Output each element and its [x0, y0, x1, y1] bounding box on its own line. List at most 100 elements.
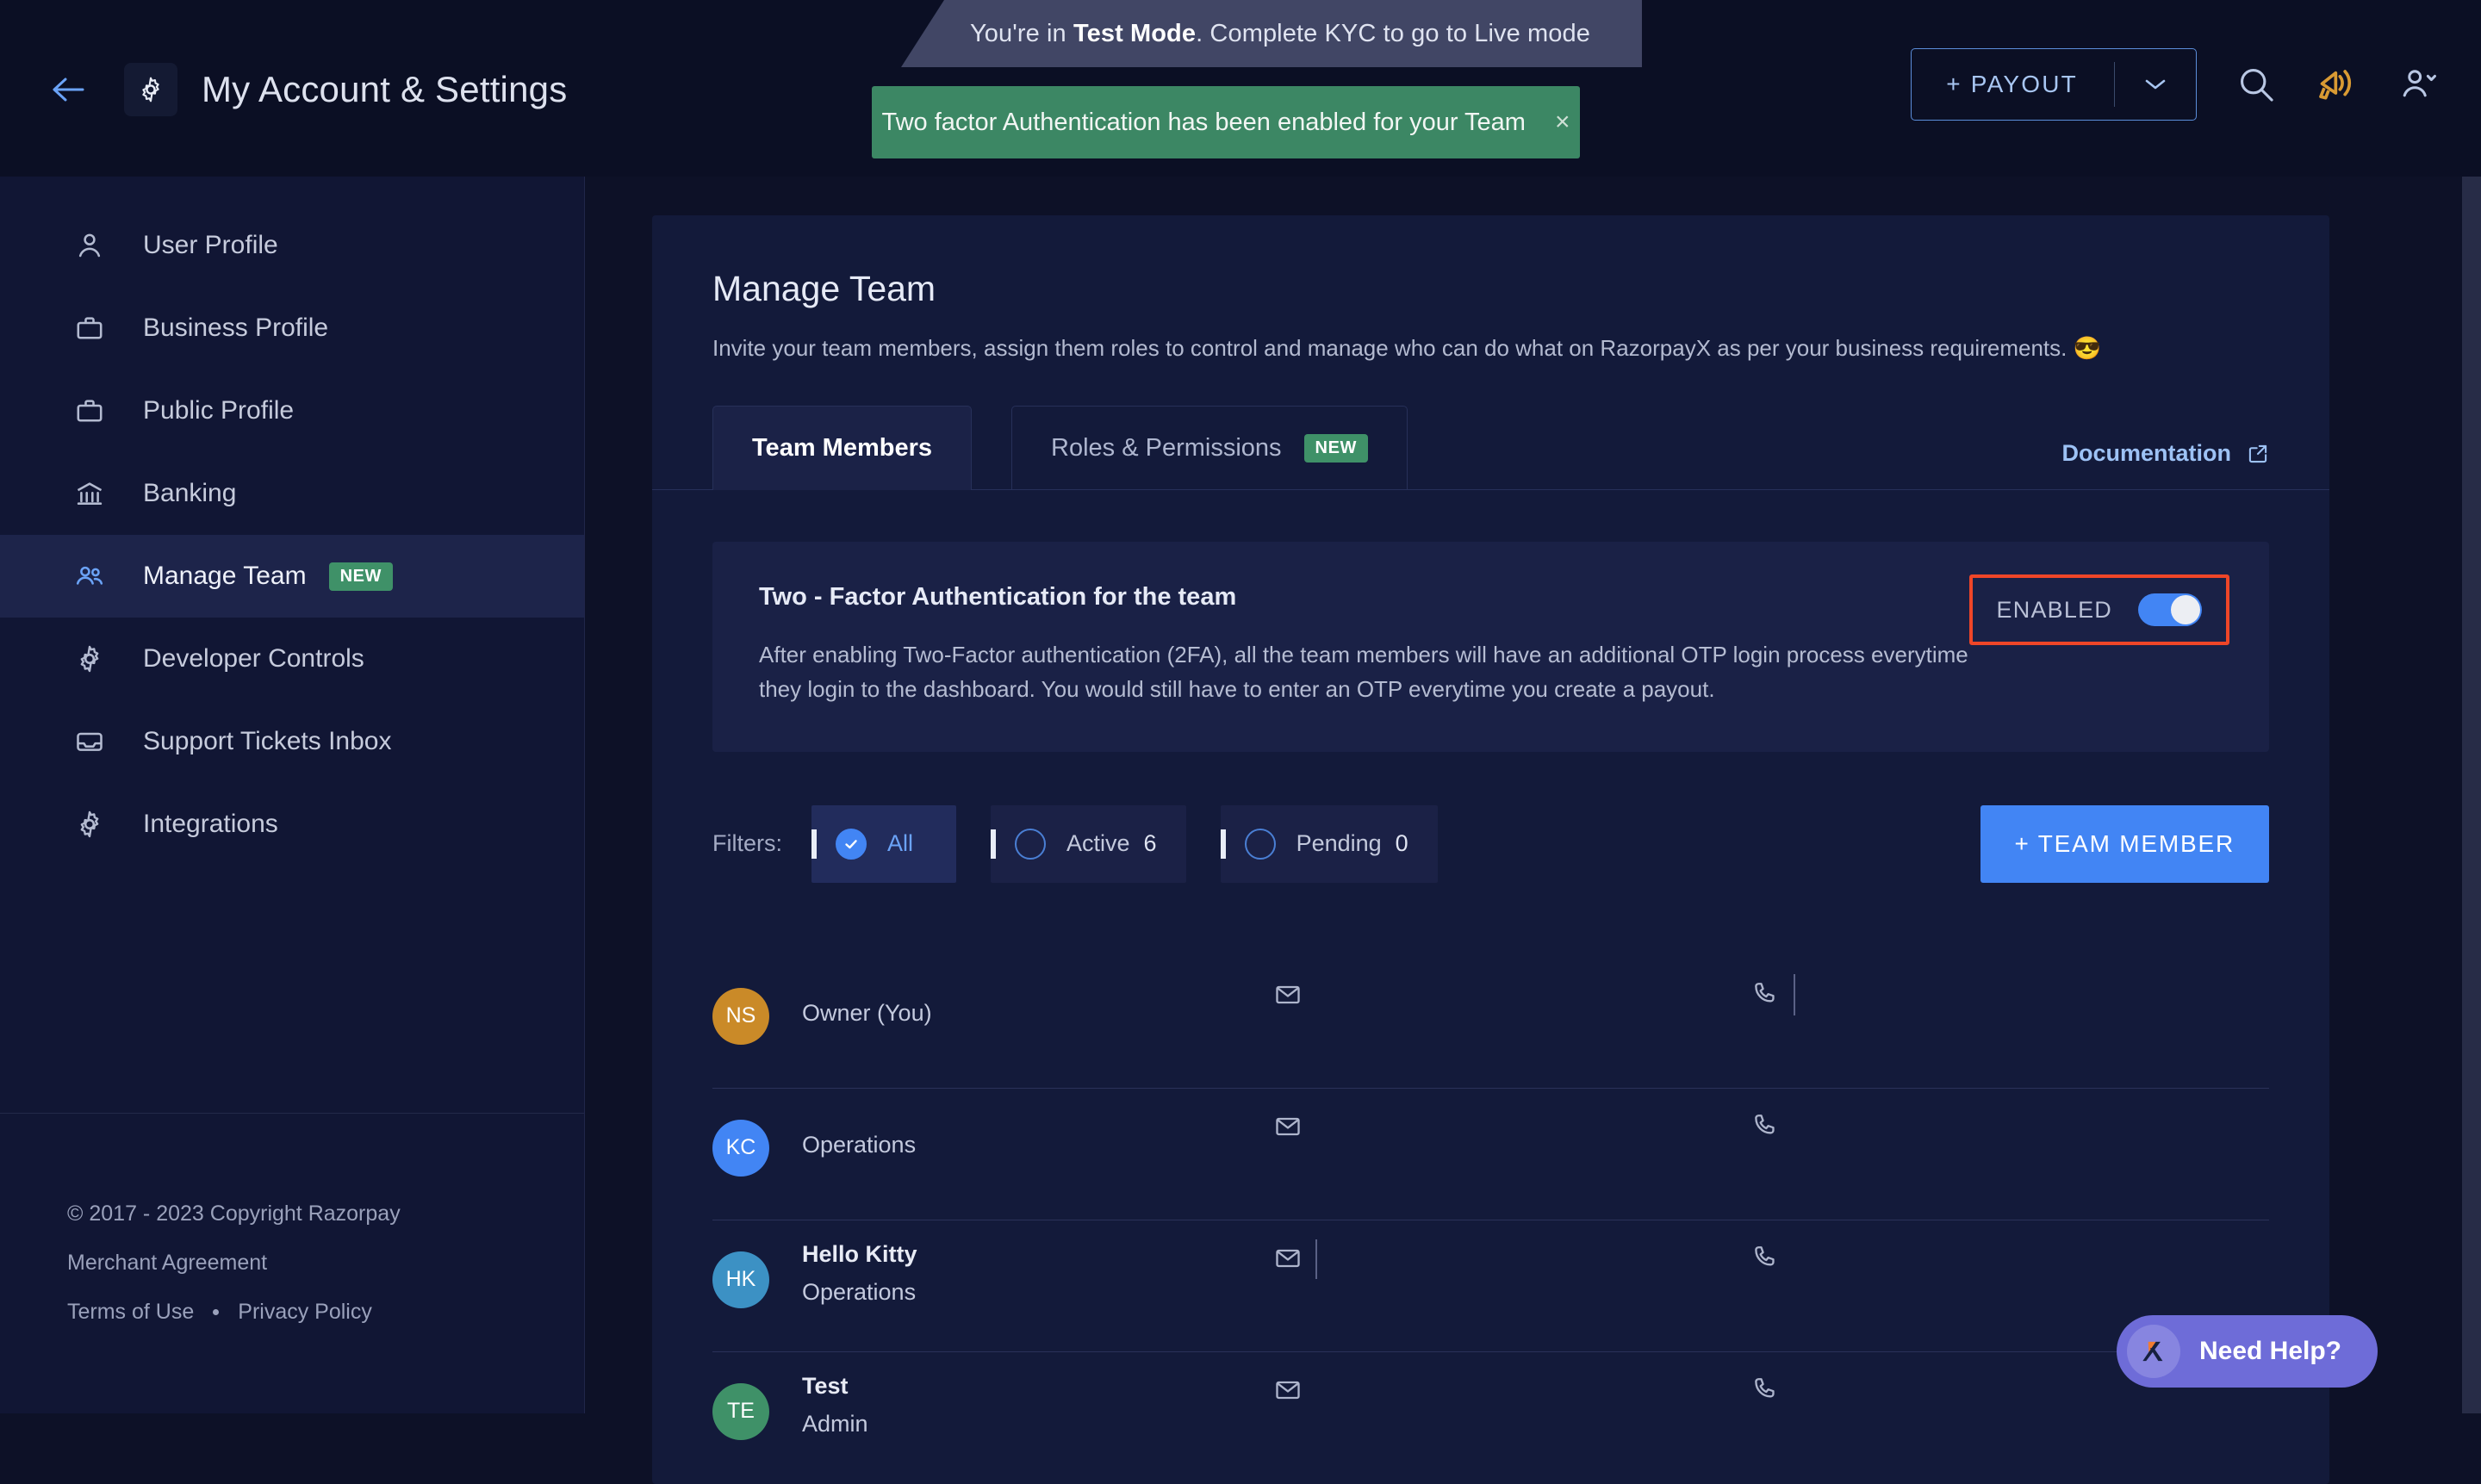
sidebar-nav: User Profile Business Profile Public Pro… — [0, 177, 584, 866]
sidebar-item-manage-team[interactable]: Manage Team NEW — [0, 535, 584, 618]
filter-count: 6 — [1144, 830, 1157, 857]
merchant-agreement-link[interactable]: Merchant Agreement — [67, 1251, 401, 1276]
two-factor-state-label: ENABLED — [1997, 597, 2112, 624]
external-link-icon — [2247, 443, 2269, 465]
team-members-list: NS Owner (You) KC Operations — [712, 957, 2269, 1484]
filter-marker — [811, 829, 817, 859]
sidebar-item-user-profile[interactable]: User Profile — [0, 204, 584, 287]
gear-icon — [74, 643, 112, 674]
mail-icon[interactable] — [1274, 1376, 1302, 1408]
filter-label: Active — [1066, 830, 1130, 857]
phone-icon[interactable] — [1750, 979, 1778, 1011]
main-content: Manage Team Invite your team members, as… — [585, 177, 2481, 1413]
filter-active[interactable]: Active 6 — [991, 805, 1186, 883]
briefcase-icon — [74, 313, 112, 344]
toast-message: Two factor Authentication has been enabl… — [881, 109, 1526, 137]
sidebar-item-label: Public Profile — [143, 396, 294, 425]
documentation-link[interactable]: Documentation — [2061, 440, 2269, 467]
legal-links-row: Terms of Use Privacy Policy — [67, 1300, 401, 1325]
member-role: Operations — [802, 1279, 916, 1306]
sidebar-item-business-profile[interactable]: Business Profile — [0, 287, 584, 369]
documentation-label: Documentation — [2061, 440, 2231, 467]
tab-label: Team Members — [752, 434, 932, 463]
filter-label: All — [887, 830, 913, 857]
radio-checked-icon — [836, 829, 867, 860]
radio-unchecked-icon — [1015, 829, 1046, 860]
search-icon — [2236, 65, 2276, 104]
table-row[interactable]: KC Operations — [712, 1089, 2269, 1220]
page-title: My Account & Settings — [202, 69, 567, 110]
table-row[interactable]: HK Hello Kitty Operations — [712, 1220, 2269, 1352]
avatar: HK — [712, 1251, 769, 1308]
toggle-knob — [2171, 595, 2200, 624]
search-button[interactable] — [2236, 65, 2276, 104]
sidebar-item-support-tickets-inbox[interactable]: Support Tickets Inbox — [0, 700, 584, 783]
sidebar-footer: © 2017 - 2023 Copyright Razorpay Merchan… — [67, 1201, 401, 1325]
tab-team-members[interactable]: Team Members — [712, 406, 972, 490]
sunglasses-emoji: 😎 — [2074, 335, 2101, 361]
table-row[interactable]: NS Owner (You) — [712, 957, 2269, 1089]
toast-notification: Two factor Authentication has been enabl… — [872, 86, 1580, 158]
payout-button[interactable]: + PAYOUT — [1911, 48, 2197, 121]
briefcase-icon — [74, 395, 112, 426]
copyright-text: © 2017 - 2023 Copyright Razorpay — [67, 1201, 401, 1226]
member-name: Test — [802, 1373, 849, 1400]
user-chevron-icon — [2398, 64, 2440, 105]
app-body: User Profile Business Profile Public Pro… — [0, 177, 2481, 1413]
avatar: TE — [712, 1383, 769, 1440]
separator-dot — [213, 1309, 219, 1315]
two-factor-toggle-group[interactable]: ENABLED — [1969, 574, 2229, 645]
phone-icon[interactable] — [1750, 1243, 1778, 1275]
add-team-member-button[interactable]: + TEAM MEMBER — [1980, 805, 2269, 883]
scrollbar[interactable] — [2462, 0, 2481, 1413]
bank-icon — [74, 478, 112, 509]
avatar: NS — [712, 988, 769, 1045]
megaphone-icon — [2316, 63, 2359, 106]
mail-icon[interactable] — [1274, 1245, 1302, 1276]
sidebar-item-label: Business Profile — [143, 314, 328, 343]
test-mode-banner: You're in Test Mode. Complete KYC to go … — [901, 0, 1642, 67]
sidebar-item-public-profile[interactable]: Public Profile — [0, 369, 584, 452]
sidebar-item-label: Developer Controls — [143, 644, 364, 674]
tab-roles-permissions[interactable]: Roles & Permissions NEW — [1011, 406, 1408, 490]
two-factor-description: After enabling Two-Factor authentication… — [759, 637, 2017, 707]
sidebar-item-label: User Profile — [143, 231, 278, 260]
gear-icon — [136, 75, 165, 104]
member-role: Admin — [802, 1411, 868, 1437]
filter-all[interactable]: All — [811, 805, 956, 883]
filters-label: Filters: — [712, 830, 782, 857]
close-icon[interactable]: × — [1555, 109, 1570, 135]
member-role: Operations — [802, 1132, 916, 1158]
page-description: Invite your team members, assign them ro… — [712, 335, 2269, 362]
sidebar-item-label: Integrations — [143, 810, 278, 839]
filter-pending[interactable]: Pending 0 — [1221, 805, 1438, 883]
chevron-down-icon — [2144, 78, 2167, 91]
two-factor-toggle[interactable] — [2138, 593, 2202, 626]
back-button[interactable] — [43, 65, 91, 114]
gear-icon — [74, 809, 112, 840]
mail-icon[interactable] — [1274, 1113, 1302, 1145]
phone-icon[interactable] — [1750, 1111, 1778, 1143]
filter-marker — [991, 829, 996, 859]
sidebar-divider — [0, 1113, 584, 1114]
filter-marker — [1221, 829, 1226, 859]
mail-icon[interactable] — [1274, 981, 1302, 1013]
status-badge: NEW — [1304, 434, 1368, 463]
settings-gear-chip[interactable] — [124, 63, 177, 116]
sidebar: User Profile Business Profile Public Pro… — [0, 177, 585, 1413]
text-cursor — [1315, 1239, 1317, 1279]
terms-of-use-link[interactable]: Terms of Use — [67, 1300, 194, 1325]
phone-icon[interactable] — [1750, 1375, 1778, 1406]
sidebar-item-developer-controls[interactable]: Developer Controls — [0, 618, 584, 700]
test-mode-text: You're in Test Mode. Complete KYC to go … — [970, 20, 1590, 48]
users-icon — [74, 561, 112, 592]
payout-dropdown-toggle[interactable] — [2115, 78, 2196, 91]
announcements-button[interactable] — [2316, 63, 2359, 106]
privacy-policy-link[interactable]: Privacy Policy — [238, 1300, 372, 1325]
sidebar-item-integrations[interactable]: Integrations — [0, 783, 584, 866]
account-menu-button[interactable] — [2398, 64, 2440, 105]
member-name: Hello Kitty — [802, 1241, 917, 1268]
sidebar-item-banking[interactable]: Banking — [0, 452, 584, 535]
table-row[interactable]: TE Test Admin — [712, 1352, 2269, 1484]
need-help-button[interactable]: Need Help? — [2117, 1315, 2378, 1388]
